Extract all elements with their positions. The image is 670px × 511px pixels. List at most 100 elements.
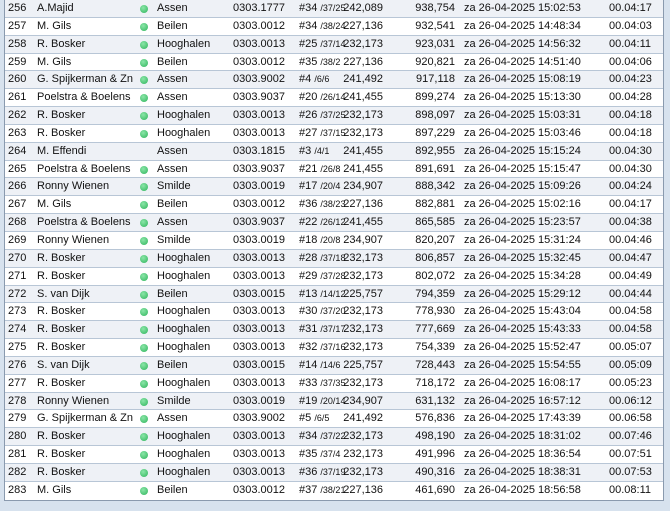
city: Assen (157, 412, 188, 425)
ring-sub: /37/15 (320, 127, 346, 138)
ring-number: #29 (299, 269, 318, 282)
table-row[interactable]: 280 R. Bosker Hooghalen 0303.0013 #34 /37/22… (5, 428, 663, 447)
city: Hooghalen (157, 448, 211, 461)
table-row[interactable]: 272 S. van Dijk Beilen 0303.0015 #13 /14/12 2… (5, 285, 663, 304)
table-row[interactable]: 282 R. Bosker Hooghalen 0303.0013 #36 /37/19… (5, 463, 663, 482)
table-row[interactable]: 273 R. Bosker Hooghalen 0303.0013 #30 /37/20… (5, 303, 663, 322)
table-row[interactable]: 264 M. Effendi Assen 0303.1815 #3 /4/1 241,45… (5, 142, 663, 161)
distance: 242,089 (343, 2, 383, 14)
speed: 920,821 (415, 55, 455, 68)
ring-sub: /37/4 (320, 449, 341, 460)
distance: 234,907 (343, 233, 383, 246)
speed: 899,274 (415, 91, 455, 104)
table-row[interactable]: 271 R. Bosker Hooghalen 0303.0013 #29 /37/28… (5, 268, 663, 286)
ring-position: #34 /37/25 (299, 0, 345, 17)
table-row[interactable]: 275 R. Bosker Hooghalen 0303.0013 #32 /37/16… (5, 339, 663, 357)
table-row[interactable]: 269 Ronny Wienen Smilde 0303.0019 #18 /20/8 2… (5, 232, 663, 250)
member-code: 0303.0013 (233, 448, 285, 461)
table-row[interactable]: 268 Poelstra & Boelens Assen 0303.9037 #22 /… (5, 214, 663, 232)
table-row[interactable]: 279 G. Spijkerman & Zn Assen 0303.9002 #5 /6… (5, 410, 663, 429)
table-row[interactable]: 262 R. Bosker Hooghalen 0303.0013 #26 /37/25… (5, 107, 663, 125)
table-row[interactable]: 263 R. Bosker Hooghalen 0303.0013 #27 /37/15… (5, 125, 663, 143)
ring-position: #17 /20/4 (299, 178, 340, 195)
arrival-time: za 26-04-2025 15:15:47 (464, 162, 581, 175)
status-dot-icon (140, 486, 148, 495)
speed: 917,118 (416, 73, 455, 86)
duration: 00.08:11 (609, 483, 652, 496)
table-row[interactable]: 277 R. Bosker Hooghalen 0303.0013 #33 /37/35… (5, 375, 663, 393)
ring-number: #3 (299, 144, 312, 157)
ring-position: #32 /37/16 (299, 339, 345, 356)
table-row[interactable]: 258 R. Bosker Hooghalen 0303.0013 #25 /37/14… (5, 35, 663, 54)
ring-sub: /38/21 (320, 484, 346, 495)
ring-number: #19 (299, 394, 318, 407)
speed: 778,930 (415, 305, 455, 318)
ring-number: #33 (299, 376, 318, 389)
status-dot-icon (140, 272, 148, 281)
participant-name: G. Spijkerman & Zn (37, 73, 133, 86)
table-row[interactable]: 259 M. Gils Beilen 0303.0012 #35 /38/2 227,13… (5, 54, 663, 72)
member-code: 0303.0013 (233, 376, 285, 389)
city: Hooghalen (157, 305, 211, 318)
table-row[interactable]: 265 Poelstra & Boelens Assen 0303.9037 #21 /… (5, 161, 663, 179)
row-number: 266 (8, 180, 27, 193)
ring-number: #35 (299, 448, 318, 461)
table-row[interactable]: 281 R. Bosker Hooghalen 0303.0013 #35 /37/4 2… (5, 446, 663, 464)
participant-name: R. Bosker (37, 465, 86, 478)
table-row[interactable]: 260 G. Spijkerman & Zn Assen 0303.9002 #4 /6… (5, 71, 663, 90)
ring-number: #34 (299, 19, 318, 32)
table-row[interactable]: 266 Ronny Wienen Smilde 0303.0019 #17 /20/4 2… (5, 178, 663, 197)
duration: 00.04:49 (609, 269, 652, 282)
table-row[interactable]: 283 M. Gils Beilen 0303.0012 #37 /38/21 227,1… (5, 482, 663, 500)
table-row[interactable]: 257 M. Gils Beilen 0303.0012 #34 /38/24 227,1… (5, 18, 663, 36)
status-dot-icon (140, 326, 148, 335)
participant-name: A.Majid (37, 2, 74, 14)
row-number: 276 (8, 358, 27, 371)
distance: 232,173 (343, 305, 383, 318)
arrival-time: za 26-04-2025 17:43:39 (464, 412, 581, 425)
distance: 232,173 (343, 341, 383, 354)
table-row[interactable]: 278 Ronny Wienen Smilde 0303.0019 #19 /20/14… (5, 392, 663, 411)
arrival-time: za 26-04-2025 15:31:24 (464, 233, 581, 246)
distance: 232,173 (343, 126, 383, 139)
participant-name: S. van Dijk (37, 358, 90, 371)
member-code: 0303.9037 (233, 216, 285, 229)
table-row[interactable]: 261 Poelstra & Boelens Assen 0303.9037 #20 /… (5, 89, 663, 108)
duration: 00.04:28 (609, 91, 652, 104)
row-number: 263 (8, 126, 27, 139)
speed: 461,690 (415, 483, 455, 496)
arrival-time: za 26-04-2025 15:15:24 (464, 144, 581, 157)
table-row[interactable]: 267 M. Gils Beilen 0303.0012 #36 /38/23 227,1… (5, 196, 663, 215)
ring-position: #22 /26/12 (299, 214, 345, 231)
ring-position: #34 /38/24 (299, 18, 345, 35)
speed: 631,132 (415, 394, 455, 407)
duration: 00.04:23 (609, 73, 652, 86)
member-code: 0303.0012 (233, 55, 285, 68)
ring-position: #36 /38/23 (299, 196, 345, 213)
ring-number: #18 (299, 233, 318, 246)
duration: 00.05:23 (609, 376, 652, 389)
speed: 897,229 (415, 126, 455, 139)
row-number: 273 (8, 305, 27, 318)
table-row[interactable]: 270 R. Bosker Hooghalen 0303.0013 #28 /37/18… (5, 249, 663, 268)
participant-name: R. Bosker (37, 376, 86, 389)
duration: 00.07:46 (609, 430, 652, 443)
member-code: 0303.0013 (233, 323, 285, 336)
city: Assen (157, 73, 188, 86)
member-code: 0303.0012 (233, 198, 285, 211)
status-dot-icon (140, 219, 148, 228)
table-row[interactable]: 274 R. Bosker Hooghalen 0303.0013 #31 /37/17… (5, 321, 663, 340)
arrival-time: za 26-04-2025 18:38:31 (464, 465, 581, 478)
ring-number: #36 (299, 465, 318, 478)
row-number: 264 (8, 144, 27, 157)
ring-number: #5 (299, 412, 312, 425)
duration: 00.07:51 (609, 448, 652, 461)
distance: 232,173 (343, 465, 383, 478)
ring-number: #26 (299, 109, 318, 122)
participant-name: R. Bosker (37, 341, 86, 354)
ring-position: #21 /26/8 (299, 161, 340, 178)
member-code: 0303.9037 (233, 162, 285, 175)
table-row[interactable]: 256 A.Majid Assen 0303.1777 #34 /37/25 242,08… (5, 0, 663, 18)
table-row[interactable]: 276 S. van Dijk Beilen 0303.0015 #14 /14/6 22… (5, 356, 663, 375)
status-dot-icon (140, 344, 148, 353)
